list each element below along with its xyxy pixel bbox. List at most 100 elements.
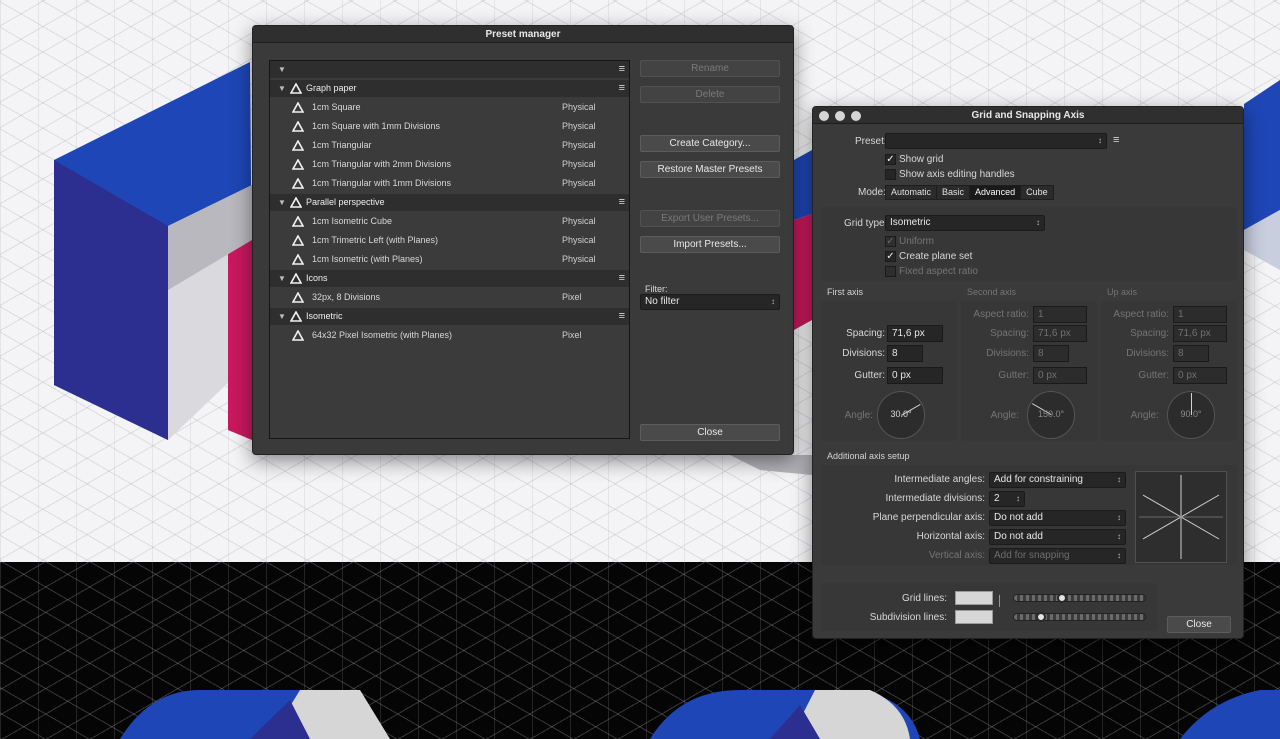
close-button[interactable]: Close: [1167, 616, 1231, 633]
angle-value: 150.0°: [1037, 409, 1065, 419]
options-menu-icon[interactable]: ≡: [619, 61, 625, 78]
preset-select[interactable]: ↕: [885, 133, 1107, 149]
minimize-window-icon[interactable]: [835, 111, 845, 121]
rename-button[interactable]: Rename: [640, 60, 780, 77]
divisions-field[interactable]: 8: [887, 345, 923, 362]
preset-row[interactable]: 1cm Triangular Physical: [270, 137, 629, 154]
uniform-checkbox[interactable]: ✓: [885, 236, 896, 247]
preset-row[interactable]: 64x32 Pixel Isometric (with Planes) Pixel: [270, 327, 629, 344]
intermediate-angles-label: Intermediate angles:: [894, 474, 985, 485]
preset-name: 1cm Trimetric Left (with Planes): [312, 235, 439, 245]
grid-lines-color-swatch[interactable]: [955, 591, 993, 605]
preset-row[interactable]: 1cm Trimetric Left (with Planes) Physical: [270, 232, 629, 249]
close-window-icon[interactable]: [819, 111, 829, 121]
horizontal-axis-select[interactable]: Do not add ↕: [989, 529, 1126, 545]
tree-root-row[interactable]: ▼ ≡: [270, 61, 629, 78]
fixed-aspect-checkbox[interactable]: [885, 266, 896, 277]
preset-row[interactable]: 1cm Isometric (with Planes) Physical: [270, 251, 629, 268]
preset-row[interactable]: 1cm Triangular with 1mm Divisions Physica…: [270, 175, 629, 192]
export-user-presets-button[interactable]: Export User Presets...: [640, 210, 780, 227]
mode-automatic[interactable]: Automatic: [886, 186, 938, 199]
vertical-axis-label: Vertical axis:: [928, 550, 985, 561]
preset-row[interactable]: 32px, 8 Divisions Pixel: [270, 289, 629, 306]
preset-row[interactable]: 1cm Square with 1mm Divisions Physical: [270, 118, 629, 135]
vertical-axis-select[interactable]: Add for snapping ↕: [989, 548, 1126, 564]
affinity-preset-icon: [291, 120, 305, 132]
preset-type: Physical: [562, 140, 596, 150]
spacing-label: Spacing:: [846, 328, 885, 339]
filter-label: Filter:: [645, 284, 668, 294]
zoom-window-icon[interactable]: [851, 111, 861, 121]
disclosure-triangle-icon[interactable]: ▼: [278, 80, 286, 97]
category-options-icon[interactable]: ≡: [619, 308, 625, 325]
subdivision-lines-opacity-slider[interactable]: [1013, 612, 1146, 622]
gutter-field[interactable]: 0 px: [887, 367, 943, 384]
preset-row[interactable]: 1cm Triangular with 2mm Divisions Physica…: [270, 156, 629, 173]
restore-master-presets-button[interactable]: Restore Master Presets: [640, 161, 780, 178]
angle-dial[interactable]: 30.0°: [877, 391, 925, 439]
disclosure-triangle-icon[interactable]: ▼: [278, 194, 286, 211]
plane-perpendicular-value: Do not add: [994, 512, 1043, 523]
close-button[interactable]: Close: [640, 424, 780, 441]
axis-title: Second axis: [967, 287, 1017, 297]
mode-basic[interactable]: Basic: [937, 186, 971, 199]
uniform-label: Uniform: [899, 236, 935, 247]
spacing-field[interactable]: 71,6 px: [1033, 325, 1087, 342]
category-row[interactable]: ▼ Icons ≡: [270, 270, 629, 287]
preset-tree[interactable]: ▼ ≡ ▼ Graph paper ≡ 1cm Square Physical 1cm S…: [269, 60, 630, 439]
show-grid-checkbox[interactable]: ✓: [885, 154, 896, 165]
preset-type: Physical: [562, 235, 596, 245]
bottom-shapes: [120, 690, 1280, 739]
plane-perpendicular-select[interactable]: Do not add ↕: [989, 510, 1126, 526]
category-row[interactable]: ▼ Isometric ≡: [270, 308, 629, 325]
grid-type-select[interactable]: Isometric ↕: [885, 215, 1045, 231]
aspect-ratio-field[interactable]: 1: [1033, 306, 1087, 323]
preset-row[interactable]: 1cm Square Physical: [270, 99, 629, 116]
preset-name: 1cm Isometric (with Planes): [312, 254, 423, 264]
angle-label: Angle:: [1130, 410, 1159, 421]
spacing-field[interactable]: 71,6 px: [887, 325, 943, 342]
link-colors-icon[interactable]: │: [997, 596, 1003, 607]
category-options-icon[interactable]: ≡: [619, 194, 625, 211]
preset-options-icon[interactable]: ≡: [1113, 134, 1119, 146]
import-presets-button[interactable]: Import Presets...: [640, 236, 780, 253]
create-plane-set-checkbox[interactable]: ✓: [885, 251, 896, 262]
gutter-field[interactable]: 0 px: [1173, 367, 1227, 384]
disclosure-triangle-icon[interactable]: ▼: [278, 61, 286, 78]
grid-lines-opacity-slider[interactable]: [1013, 593, 1146, 603]
stepper-arrows-icon[interactable]: ↕: [1016, 492, 1020, 506]
mode-cube[interactable]: Cube: [1021, 186, 1053, 199]
delete-button[interactable]: Delete: [640, 86, 780, 103]
category-row[interactable]: ▼ Graph paper ≡: [270, 80, 629, 97]
category-options-icon[interactable]: ≡: [619, 80, 625, 97]
grid-lines-label: Grid lines:: [901, 593, 947, 604]
divisions-field[interactable]: 8: [1173, 345, 1209, 362]
preset-manager-window: Preset manager ▼ ≡ ▼ Graph paper ≡ 1cm Squa…: [252, 25, 794, 455]
aspect-ratio-label: Aspect ratio:: [1113, 309, 1169, 320]
create-category-button[interactable]: Create Category...: [640, 135, 780, 152]
mode-advanced[interactable]: Advanced: [970, 186, 1022, 199]
angle-dial[interactable]: 90.0°: [1167, 391, 1215, 439]
subdivision-lines-color-swatch[interactable]: [955, 610, 993, 624]
spacing-field[interactable]: 71,6 px: [1173, 325, 1227, 342]
slider-knob[interactable]: [1057, 593, 1067, 603]
select-arrows-icon: ↕: [1098, 136, 1102, 145]
slider-knob[interactable]: [1036, 612, 1046, 622]
dialog-title: Grid and Snapping Axis: [813, 107, 1243, 124]
category-row[interactable]: ▼ Parallel perspective ≡: [270, 194, 629, 211]
mode-segmented-control[interactable]: Automatic Basic Advanced Cube: [885, 185, 1054, 200]
show-grid-label: Show grid: [899, 154, 944, 165]
disclosure-triangle-icon[interactable]: ▼: [278, 308, 286, 325]
show-axis-handles-checkbox[interactable]: [885, 169, 896, 180]
intermediate-divisions-stepper[interactable]: 2 ↕: [989, 491, 1025, 507]
divisions-field[interactable]: 8: [1033, 345, 1069, 362]
disclosure-triangle-icon[interactable]: ▼: [278, 270, 286, 287]
category-options-icon[interactable]: ≡: [619, 270, 625, 287]
intermediate-angles-select[interactable]: Add for constraining ↕: [989, 472, 1126, 488]
filter-select[interactable]: No filter ↕: [640, 294, 780, 310]
preset-type: Physical: [562, 121, 596, 131]
angle-dial[interactable]: 150.0°: [1027, 391, 1075, 439]
aspect-ratio-field[interactable]: 1: [1173, 306, 1227, 323]
gutter-field[interactable]: 0 px: [1033, 367, 1087, 384]
preset-row[interactable]: 1cm Isometric Cube Physical: [270, 213, 629, 230]
